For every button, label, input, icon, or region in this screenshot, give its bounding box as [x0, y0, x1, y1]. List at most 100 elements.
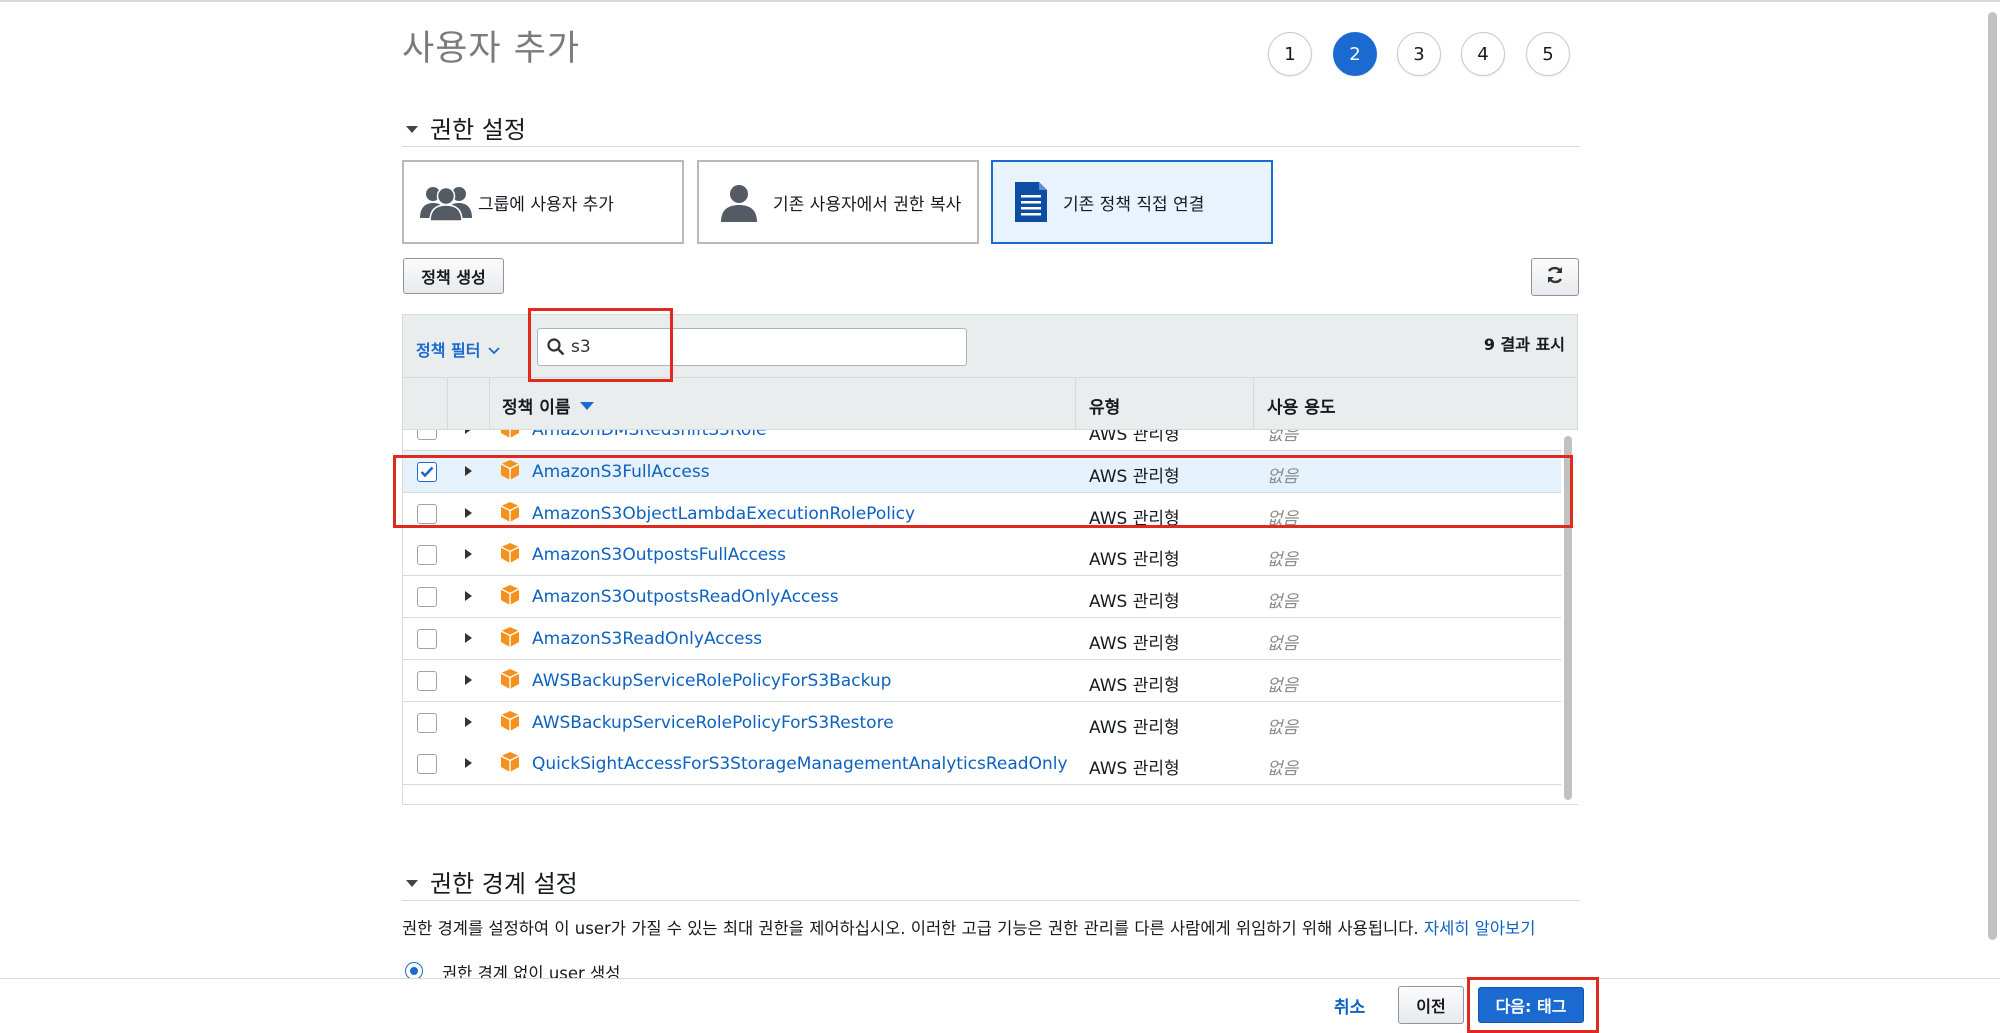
expand-row-icon[interactable] [465, 430, 472, 434]
boundary-section-header[interactable]: 권한 경계 설정 [406, 864, 578, 899]
row-checkbox[interactable] [417, 461, 437, 482]
refresh-button[interactable] [1531, 258, 1579, 296]
table-row[interactable]: AmazonS3OutpostsReadOnlyAccess AWS 관리형 없음 [403, 576, 1561, 619]
table-row[interactable]: AmazonS3ObjectLambdaExecutionRolePolicy A… [403, 492, 1561, 535]
option-copy-from-user[interactable]: 기존 사용자에서 권한 복사 [697, 160, 979, 244]
collapse-caret-icon [406, 880, 418, 887]
policy-type: AWS 관리형 [1089, 430, 1180, 445]
expand-row-icon[interactable] [465, 549, 472, 560]
row-checkbox[interactable] [417, 545, 437, 566]
policy-package-icon [499, 542, 521, 568]
policy-usage: 없음 [1267, 466, 1299, 487]
table-row[interactable]: QuickSightAccessForS3StorageManagementAn… [403, 743, 1561, 786]
step-4[interactable]: 4 [1461, 32, 1505, 76]
learn-more-link[interactable]: 자세히 알아보기 [1424, 919, 1536, 938]
cancel-link[interactable]: 취소 [1334, 993, 1365, 1018]
table-row[interactable]: AmazonS3OutpostsFullAccess AWS 관리형 없음 [403, 534, 1561, 577]
page-scrollbar-thumb[interactable] [1988, 12, 1997, 940]
expand-row-icon[interactable] [465, 591, 472, 602]
expand-row-icon[interactable] [465, 758, 472, 769]
policy-package-icon [499, 626, 521, 652]
policy-name-link[interactable]: AmazonS3OutpostsFullAccess [532, 545, 786, 565]
policy-type: AWS 관리형 [1089, 508, 1180, 529]
section-divider [402, 900, 1580, 901]
permissions-section-title: 권한 설정 [430, 116, 526, 144]
column-label: 정책 이름 [502, 398, 571, 418]
policy-name-link[interactable]: AmazonS3ReadOnlyAccess [532, 629, 762, 649]
policy-usage: 없음 [1267, 430, 1299, 445]
document-icon [1013, 180, 1049, 224]
policy-usage: 없음 [1267, 550, 1299, 571]
policy-name-link[interactable]: AWSBackupServiceRolePolicyForS3Backup [532, 671, 891, 691]
row-checkbox[interactable] [417, 670, 437, 691]
search-input[interactable]: s3 [537, 328, 967, 366]
table-row[interactable]: AmazonS3ReadOnlyAccess AWS 관리형 없음 [403, 618, 1561, 660]
option-label: 그룹에 사용자 추가 [478, 194, 614, 215]
table-row[interactable]: AmazonS3FullAccess AWS 관리형 없음 [403, 450, 1561, 493]
section-divider [402, 146, 1580, 147]
row-checkbox[interactable] [417, 712, 437, 733]
expand-row-icon[interactable] [465, 633, 472, 643]
row-checkbox[interactable] [417, 430, 437, 440]
checkmark-icon [420, 466, 434, 478]
policy-name-link[interactable]: AmazonS3ObjectLambdaExecutionRolePolicy [532, 504, 915, 524]
row-checkbox[interactable] [417, 754, 437, 775]
column-header-policy-name[interactable]: 정책 이름 [502, 393, 595, 418]
row-checkbox[interactable] [417, 503, 437, 524]
page-title: 사용자 추가 [402, 29, 581, 69]
table-scrollbar-thumb[interactable] [1564, 436, 1572, 800]
column-separator [1253, 378, 1254, 430]
option-label: 기존 정책 직접 연결 [1063, 194, 1205, 215]
step-5[interactable]: 5 [1526, 32, 1570, 76]
table-row[interactable]: AWSBackupServiceRolePolicyForS3Restore AW… [403, 701, 1561, 744]
refresh-icon [1545, 265, 1565, 289]
table-row[interactable]: AWSBackupServiceRolePolicyForS3Backup AWS… [403, 659, 1561, 702]
permissions-section-header[interactable]: 권한 설정 [406, 110, 526, 145]
option-label: 기존 사용자에서 권한 복사 [773, 194, 962, 215]
next-tags-button[interactable]: 다음: 태그 [1478, 987, 1584, 1023]
option-add-to-group[interactable]: 그룹에 사용자 추가 [402, 160, 684, 244]
policy-package-icon [499, 710, 521, 736]
expand-row-icon[interactable] [465, 716, 472, 727]
chevron-down-icon [488, 340, 501, 359]
column-header-type[interactable]: 유형 [1089, 393, 1120, 418]
policy-name-link[interactable]: AmazonS3FullAccess [532, 462, 710, 482]
expand-row-icon[interactable] [465, 465, 472, 476]
expand-row-icon[interactable] [465, 507, 472, 518]
column-header-usage[interactable]: 사용 용도 [1267, 393, 1335, 418]
policy-filter-label: 정책 필터 [416, 341, 481, 360]
boundary-description-text: 권한 경계를 설정하여 이 user가 가질 수 있는 최대 권한을 제어하십시… [402, 919, 1419, 938]
table-header: 정책 이름 유형 사용 용도 [402, 378, 1578, 430]
policy-package-icon [499, 584, 521, 610]
policy-type: AWS 관리형 [1089, 675, 1180, 696]
column-separator [489, 378, 490, 430]
policy-type: AWS 관리형 [1089, 550, 1180, 571]
step-1[interactable]: 1 [1268, 32, 1312, 76]
table-row[interactable]: AmazonDMSRedshiftS3Role AWS 관리형 없음 [403, 430, 1561, 451]
row-checkbox[interactable] [417, 587, 437, 608]
option-attach-policies[interactable]: 기존 정책 직접 연결 [991, 160, 1273, 244]
previous-button[interactable]: 이전 [1398, 986, 1464, 1024]
policy-filter-dropdown[interactable]: 정책 필터 [416, 337, 501, 361]
create-policy-button[interactable]: 정책 생성 [403, 258, 504, 294]
step-2[interactable]: 2 [1333, 32, 1377, 76]
policy-usage: 없음 [1267, 717, 1299, 738]
step-3[interactable]: 3 [1397, 32, 1441, 76]
result-count: 9 결과 표시 [1483, 335, 1565, 354]
search-value: s3 [571, 337, 591, 357]
expand-row-icon[interactable] [465, 674, 472, 685]
policy-type: AWS 관리형 [1089, 466, 1180, 487]
search-icon [547, 338, 565, 356]
group-icon [418, 182, 474, 222]
row-checkbox[interactable] [417, 629, 437, 649]
policy-package-icon [499, 459, 521, 485]
policy-name-link[interactable]: AmazonS3OutpostsReadOnlyAccess [532, 587, 839, 607]
policy-name-link[interactable]: QuickSightAccessForS3StorageManagementAn… [532, 754, 1068, 774]
boundary-description: 권한 경계를 설정하여 이 user가 가질 수 있는 최대 권한을 제어하십시… [402, 915, 1535, 939]
policy-package-icon [499, 668, 521, 694]
policy-name-link[interactable]: AmazonDMSRedshiftS3Role [532, 430, 767, 440]
user-icon [719, 182, 759, 222]
column-separator [1075, 378, 1076, 430]
policy-name-link[interactable]: AWSBackupServiceRolePolicyForS3Restore [532, 713, 894, 733]
policy-usage: 없음 [1267, 508, 1299, 529]
